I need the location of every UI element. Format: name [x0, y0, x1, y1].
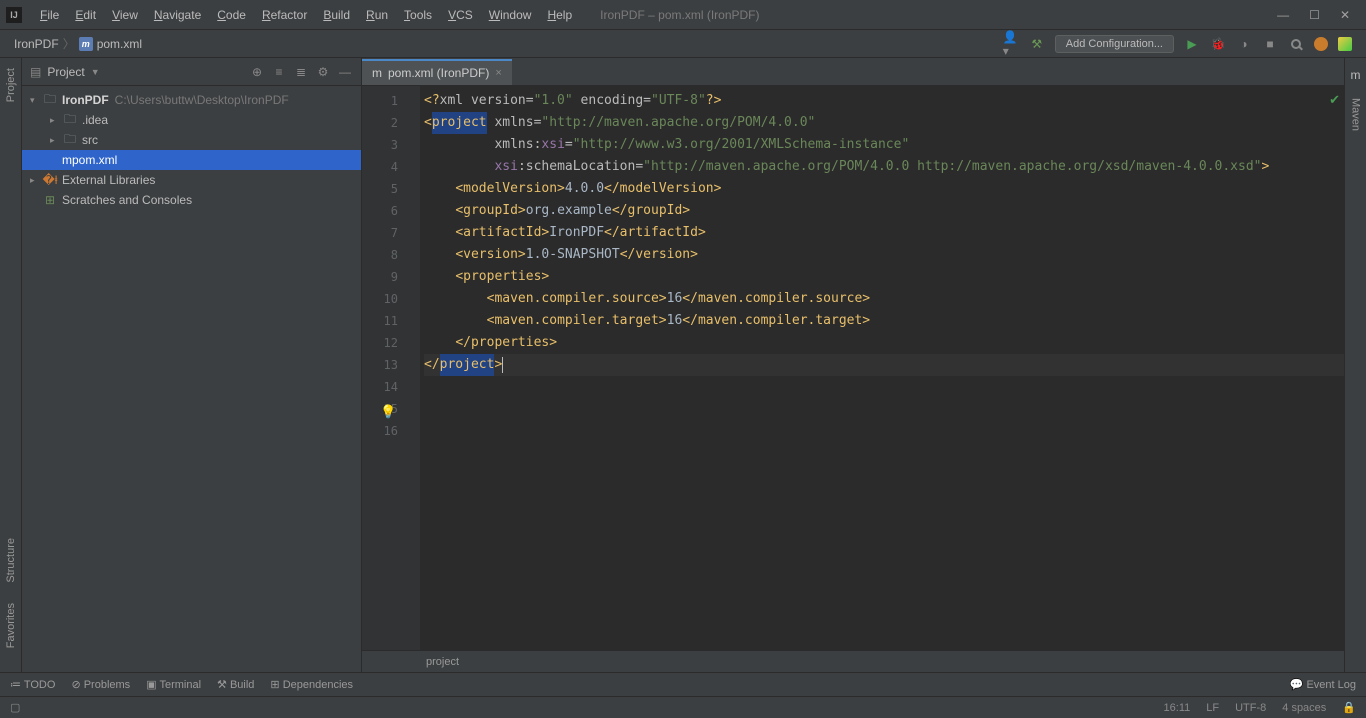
menu-tools[interactable]: Tools	[396, 8, 440, 22]
breadcrumb-file[interactable]: pom.xml	[97, 37, 142, 51]
menu-window[interactable]: Window	[481, 8, 540, 22]
nav-bar: IronPDF 〉 m pom.xml 👤▾ ⚒ Add Configurati…	[0, 30, 1366, 58]
hide-panel-icon[interactable]: —	[337, 64, 353, 80]
inspection-ok-icon[interactable]: ✔	[1329, 92, 1340, 108]
menu-file[interactable]: File	[32, 8, 67, 22]
editor-tab-bar: m pom.xml (IronPDF) ×	[362, 58, 1344, 86]
run-icon[interactable]: ▶	[1184, 36, 1200, 52]
tree-idea-folder[interactable]: ▸🗀 .idea	[22, 110, 361, 130]
expand-all-icon[interactable]: ≡	[271, 64, 287, 80]
editor-area: m pom.xml (IronPDF) × 123456789101112131…	[362, 58, 1344, 672]
hammer-icon[interactable]: ⚒	[1029, 36, 1045, 52]
menu-navigate[interactable]: Navigate	[146, 8, 209, 22]
locate-icon[interactable]: ⊕	[249, 64, 265, 80]
status-square-icon[interactable]: ▢	[10, 701, 20, 714]
tree-root[interactable]: ▾ 🗀 IronPDF C:\Users\buttw\Desktop\IronP…	[22, 90, 361, 110]
menu-edit[interactable]: Edit	[67, 8, 104, 22]
menu-run[interactable]: Run	[358, 8, 396, 22]
line-ending[interactable]: LF	[1206, 702, 1219, 714]
stop-icon[interactable]: ■	[1262, 36, 1278, 52]
project-view-icon[interactable]: ▤	[30, 65, 41, 79]
caret-position[interactable]: 16:11	[1164, 702, 1191, 714]
tree-external-libraries[interactable]: ▸ �ⱡ External Libraries	[22, 170, 361, 190]
dropdown-icon[interactable]: ▼	[91, 67, 100, 77]
problems-tool-tab[interactable]: ⊘ Problems	[71, 678, 130, 691]
menu-code[interactable]: Code	[209, 8, 254, 22]
coverage-icon[interactable]: ◑	[1236, 36, 1252, 52]
maven-file-icon: m	[372, 66, 382, 80]
close-icon[interactable]: ✕	[1340, 8, 1350, 22]
todo-tool-tab[interactable]: ≔ TODO	[10, 678, 55, 691]
dependencies-tool-tab[interactable]: ⊞ Dependencies	[270, 678, 353, 691]
editor-tab-pom[interactable]: m pom.xml (IronPDF) ×	[362, 59, 512, 85]
left-tool-strip: Project Structure Favorites	[0, 58, 22, 672]
add-configuration-button[interactable]: Add Configuration...	[1055, 35, 1174, 53]
settings-icon[interactable]: ⚙	[315, 64, 331, 80]
readonly-lock-icon[interactable]: 🔒	[1342, 701, 1356, 714]
maven-tool-icon[interactable]: m	[1351, 68, 1361, 82]
maven-file-icon: m	[62, 153, 72, 167]
structure-tool-tab[interactable]: Structure	[5, 534, 17, 587]
maximize-icon[interactable]: ☐	[1309, 8, 1320, 22]
ide-update-icon[interactable]	[1314, 37, 1328, 51]
line-number-gutter: 12345678910111213141516	[362, 86, 406, 650]
debug-icon[interactable]: 🐞	[1210, 36, 1226, 52]
project-panel: ▤ Project ▼ ⊕ ≡ ≣ ⚙ — ▾ 🗀 IronPDF C:\Use…	[22, 58, 362, 672]
intention-bulb-icon[interactable]: 💡	[380, 404, 396, 420]
code-editor[interactable]: 12345678910111213141516 <?xml version="1…	[362, 86, 1344, 650]
favorites-tool-tab[interactable]: Favorites	[5, 599, 17, 652]
app-logo-icon: IJ	[6, 7, 22, 23]
menu-view[interactable]: View	[104, 8, 146, 22]
menu-vcs[interactable]: VCS	[440, 8, 481, 22]
maven-file-icon: m	[79, 37, 93, 51]
project-tree[interactable]: ▾ 🗀 IronPDF C:\Users\buttw\Desktop\IronP…	[22, 86, 361, 214]
menu-refactor[interactable]: Refactor	[254, 8, 315, 22]
editor-breadcrumb[interactable]: project	[362, 650, 1344, 672]
close-tab-icon[interactable]: ×	[495, 67, 501, 79]
minimize-icon[interactable]: —	[1277, 8, 1289, 22]
bottom-tool-bar: ≔ TODO ⊘ Problems ▣ Terminal ⚒ Build ⊞ D…	[0, 672, 1366, 696]
chevron-right-icon: 〉	[63, 35, 75, 52]
project-tool-tab[interactable]: Project	[5, 64, 17, 106]
toolbox-icon[interactable]	[1338, 37, 1352, 51]
event-log-tab[interactable]: 💬 Event Log	[1290, 678, 1356, 691]
breadcrumb-root[interactable]: IronPDF	[14, 37, 59, 51]
right-tool-strip: m Maven	[1344, 58, 1366, 672]
tree-src-folder[interactable]: ▸🗀 src	[22, 130, 361, 150]
terminal-tool-tab[interactable]: ▣ Terminal	[146, 678, 201, 691]
status-bar: ▢ 16:11 LF UTF-8 4 spaces 🔒	[0, 696, 1366, 718]
maven-tool-tab[interactable]: Maven	[1350, 94, 1362, 135]
indent-setting[interactable]: 4 spaces	[1282, 702, 1326, 714]
user-icon[interactable]: 👤▾	[1003, 36, 1019, 52]
fold-gutter[interactable]	[406, 86, 420, 650]
build-tool-tab[interactable]: ⚒ Build	[217, 678, 254, 691]
project-panel-title[interactable]: Project	[47, 65, 84, 79]
menu-help[interactable]: Help	[539, 8, 580, 22]
menu-build[interactable]: Build	[315, 8, 358, 22]
tree-pom-file[interactable]: m pom.xml	[22, 150, 361, 170]
menu-bar: IJ FileEditViewNavigateCodeRefactorBuild…	[0, 0, 1366, 30]
tree-scratches[interactable]: ⊞ Scratches and Consoles	[22, 190, 361, 210]
file-encoding[interactable]: UTF-8	[1235, 702, 1266, 714]
search-icon[interactable]	[1288, 36, 1304, 52]
window-title: IronPDF – pom.xml (IronPDF)	[600, 8, 759, 22]
collapse-all-icon[interactable]: ≣	[293, 64, 309, 80]
